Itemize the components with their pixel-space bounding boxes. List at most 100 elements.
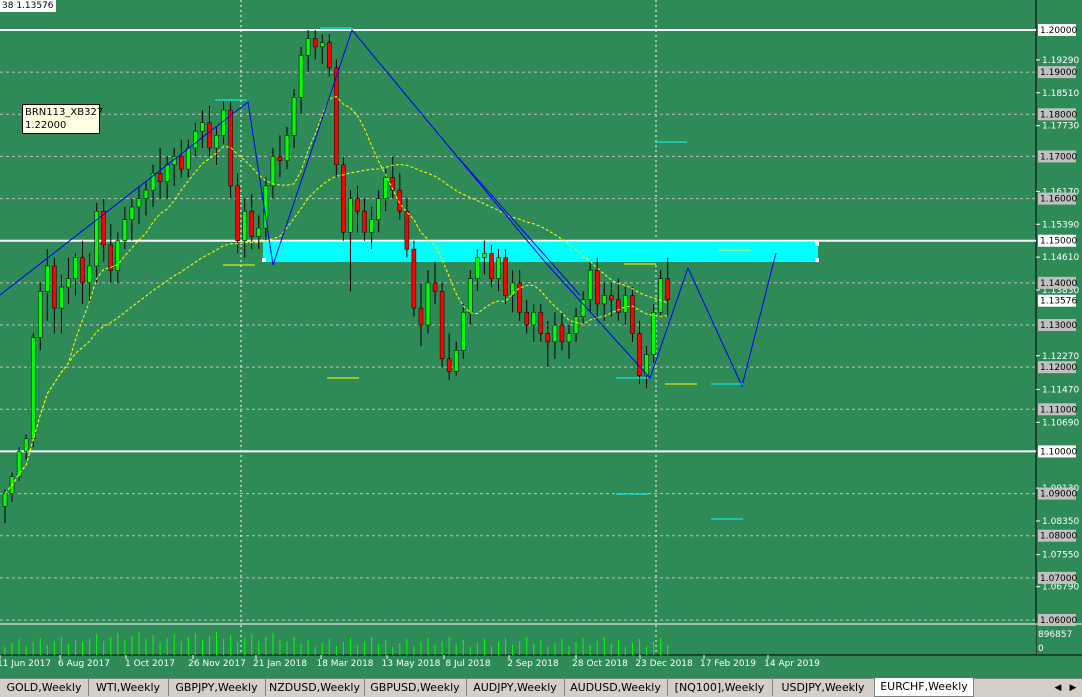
bear-candle	[489, 253, 494, 279]
current-price-label: 1.13576	[1040, 297, 1077, 307]
bull-candle	[115, 240, 121, 271]
bull-candle	[623, 295, 628, 313]
volume-pane	[0, 624, 1036, 655]
bear-candle	[362, 210, 367, 233]
triangle-left-icon[interactable]: ◀	[1051, 681, 1065, 695]
bull-candle	[566, 333, 572, 343]
price-label-boxed: 1.16000	[1040, 195, 1077, 205]
bull-candle	[468, 278, 473, 313]
bull-candle	[143, 189, 149, 199]
bear-candle	[503, 257, 508, 296]
price-label: 1.15390	[1042, 220, 1079, 230]
chart-window[interactable]: 1.19290 1.18510 1.17730 1.16170 1.15390 1.146…	[0, 0, 1082, 678]
chart-tab[interactable]: AUDJPY,Weekly	[466, 679, 565, 696]
bear-candle	[179, 156, 184, 170]
bull-candle	[376, 198, 381, 220]
price-label-boxed: 1.06000	[1040, 616, 1077, 626]
tooltip-name: BRN113_XB327	[25, 107, 104, 118]
bull-candle	[45, 265, 50, 292]
chart-tab[interactable]: GBPJPY,Weekly	[168, 679, 266, 696]
tooltip-value: 1.22000	[25, 120, 67, 131]
zone-handle[interactable]	[262, 258, 266, 262]
bear-candle	[559, 324, 565, 343]
price-label-boxed: 1.15000	[1040, 237, 1077, 247]
bull-candle	[602, 295, 607, 305]
time-label: 1 Oct 2017	[125, 659, 175, 669]
bear-candle	[432, 282, 438, 292]
bear-candle	[594, 269, 600, 305]
bear-candle	[207, 122, 212, 149]
bull-candle	[482, 253, 487, 258]
bear-candle	[312, 38, 318, 48]
bear-candle	[334, 67, 339, 166]
bull-candle	[552, 324, 558, 343]
bull-candle	[320, 42, 325, 48]
time-label: 18 Mar 2018	[316, 659, 373, 669]
bear-candle	[277, 156, 283, 161]
bull-candle	[186, 147, 191, 170]
bear-candle	[327, 42, 332, 69]
price-label: 1.08350	[1042, 517, 1079, 527]
bear-candle	[355, 198, 360, 212]
chart-tab[interactable]: AUDUSD,Weekly	[564, 679, 668, 696]
bear-candle	[404, 210, 410, 250]
price-label: 1.10690	[1042, 418, 1079, 428]
price-label: 1.18510	[1042, 89, 1079, 99]
bull-candle	[122, 219, 128, 241]
time-label: 21 Jan 2018	[253, 659, 307, 669]
price-label: 1.17730	[1042, 122, 1079, 132]
bull-candle	[587, 269, 593, 300]
time-label: 26 Nov 2017	[188, 659, 246, 669]
price-label: 1.11470	[1042, 385, 1079, 395]
zigzag-trendline[interactable]	[0, 28, 777, 388]
bull-candle	[425, 282, 431, 326]
chart-tab[interactable]: EURCHF,Weekly	[874, 678, 974, 697]
bear-candle	[439, 291, 445, 359]
object-tooltip: BRN113_XB327 1.22000	[22, 104, 104, 134]
time-label: 13 May 2018	[382, 659, 441, 669]
bear-candle	[157, 173, 163, 182]
chart-tab[interactable]: WTI,Weekly	[88, 679, 169, 696]
bull-candle	[651, 312, 656, 355]
price-label-boxed: 1.18000	[1040, 110, 1077, 120]
price-label-boxed: 1.07000	[1040, 574, 1077, 584]
bull-candle	[573, 316, 579, 334]
bull-candle	[305, 38, 311, 56]
bull-candle	[66, 278, 71, 288]
bull-candle	[496, 257, 501, 279]
zone-handle[interactable]	[815, 242, 819, 246]
bull-candle	[270, 156, 276, 187]
chart-tab[interactable]: GBPUSD,Weekly	[364, 679, 467, 696]
bull-candle	[87, 265, 92, 284]
bear-candle	[616, 299, 621, 313]
triangle-right-icon[interactable]: ▶	[1066, 681, 1080, 695]
time-label: 8 Jul 2018	[445, 659, 490, 669]
bear-candle	[235, 185, 240, 241]
bull-candle	[214, 135, 219, 149]
bear-candle	[545, 333, 551, 343]
bull-candle	[73, 257, 78, 279]
price-label-boxed: 1.14000	[1040, 279, 1077, 289]
bull-candle	[348, 198, 353, 233]
volume-min-label: 0	[1038, 644, 1044, 654]
bull-candle	[59, 286, 64, 309]
price-label-boxed: 1.19000	[1040, 68, 1077, 78]
bull-candle	[453, 350, 459, 372]
bull-candle	[658, 278, 663, 313]
trendline[interactable]	[454, 153, 581, 296]
bear-candle	[524, 312, 529, 326]
chart-tab[interactable]: USDJPY,Weekly	[772, 679, 875, 696]
bull-candle	[383, 177, 388, 199]
chart-tab[interactable]: [NQ100],Weekly	[667, 679, 773, 696]
price-label-boxed: 1.12000	[1040, 363, 1077, 373]
price-label: 1.06790	[1042, 583, 1079, 593]
price-label-boxed: 1.13000	[1040, 321, 1077, 331]
supply-zone-rectangle[interactable]	[263, 242, 818, 262]
chart-tab[interactable]: NZDUSD,Weekly	[265, 679, 365, 696]
chart-tab[interactable]: GOLD,Weekly	[0, 679, 89, 696]
chart-canvas[interactable]: 1.192901.185101.177301.161701.153901.146…	[0, 0, 1082, 678]
chart-tab-bar: GOLD,Weekly WTI,Weekly GBPJPY,Weekly NZDUSD…	[0, 678, 1082, 697]
zone-handle[interactable]	[815, 258, 819, 262]
bull-candle	[284, 135, 290, 161]
bull-candle	[291, 97, 297, 136]
